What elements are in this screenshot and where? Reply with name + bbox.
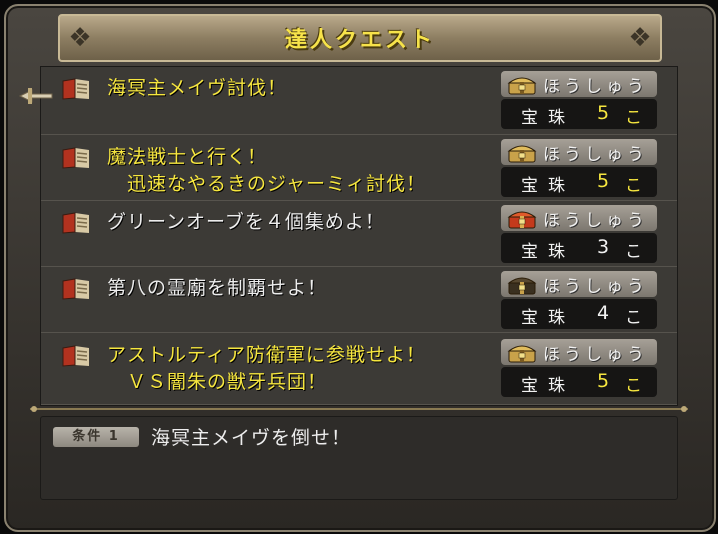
reward-item: 宝珠 4 こ xyxy=(501,299,657,329)
reward-item-name: 宝珠 xyxy=(521,308,575,328)
quest-row[interactable]: 魔法戦士と行く！ 迅速なやるきのジャーミィ討伐！ ほうしゅう宝珠 5 こ xyxy=(41,135,677,201)
reward-item-name: 宝珠 xyxy=(521,242,575,262)
reward-unit: こ xyxy=(625,108,642,128)
quest-row[interactable]: グリーンオーブを４個集めよ！ ほうしゅう宝珠 3 こ xyxy=(41,201,677,267)
reward-item-name: 宝珠 xyxy=(521,176,575,196)
reward-box: ほうしゅう宝珠 4 こ xyxy=(501,271,657,329)
reward-unit: こ xyxy=(625,308,642,328)
quest-row[interactable]: 海冥主メイヴ討伐！ ほうしゅう宝珠 5 こ xyxy=(41,67,677,135)
condition-text: 海冥主メイヴを倒せ！ xyxy=(151,427,352,449)
red-chest-icon xyxy=(507,207,537,229)
reward-label: ほうしゅう xyxy=(543,211,648,231)
quest-title: 魔法戦士と行く！ 迅速なやるきのジャーミィ討伐！ xyxy=(107,146,427,195)
reward-header: ほうしゅう xyxy=(501,339,657,365)
reward-label: ほうしゅう xyxy=(543,145,648,165)
reward-box: ほうしゅう宝珠 5 こ xyxy=(501,139,657,197)
quest-book-icon xyxy=(61,147,91,169)
reward-item-name: 宝珠 xyxy=(521,376,575,396)
window-title: 達人クエスト xyxy=(284,28,435,53)
reward-quantity: 3 xyxy=(597,236,610,258)
quest-book-icon xyxy=(61,78,91,100)
reward-label: ほうしゅう xyxy=(543,77,648,97)
gold-chest-icon xyxy=(507,141,537,163)
reward-header: ほうしゅう xyxy=(501,139,657,165)
reward-item: 宝珠 5 こ xyxy=(501,367,657,397)
reward-unit: こ xyxy=(625,376,642,396)
reward-item: 宝珠 5 こ xyxy=(501,99,657,129)
reward-label: ほうしゅう xyxy=(543,277,648,297)
selection-cursor-icon xyxy=(18,84,54,108)
reward-quantity: 4 xyxy=(597,302,610,324)
reward-item: 宝珠 5 こ xyxy=(501,167,657,197)
quest-title: 海冥主メイヴ討伐！ xyxy=(107,77,288,99)
reward-box: ほうしゅう宝珠 5 こ xyxy=(501,71,657,129)
quest-row[interactable]: 第八の霊廟を制覇せよ！ ほうしゅう宝珠 4 こ xyxy=(41,267,677,333)
reward-header: ほうしゅう xyxy=(501,71,657,97)
quest-book-icon xyxy=(61,212,91,234)
condition-badge: 条件 1 xyxy=(53,427,139,447)
quest-book-icon xyxy=(61,345,91,367)
quest-title: 第八の霊廟を制覇せよ！ xyxy=(107,277,328,299)
reward-box: ほうしゅう宝珠 3 こ xyxy=(501,205,657,263)
title-bar: ❖ 達人クエスト ❖ xyxy=(58,14,662,62)
quest-row[interactable]: アストルティア防衛軍に参戦せよ！ ＶＳ闇朱の獣牙兵団！ ほうしゅう宝珠 5 こ xyxy=(41,333,677,405)
reward-label: ほうしゅう xyxy=(543,345,648,365)
gold-chest-icon xyxy=(507,341,537,363)
right-ornament-icon: ❖ xyxy=(628,23,652,53)
reward-item: 宝珠 3 こ xyxy=(501,233,657,263)
quest-title: アストルティア防衛軍に参戦せよ！ ＶＳ闇朱の獣牙兵団！ xyxy=(107,344,426,393)
reward-quantity: 5 xyxy=(597,170,610,192)
reward-quantity: 5 xyxy=(597,102,610,124)
reward-unit: こ xyxy=(625,242,642,262)
gold-chest-icon xyxy=(507,73,537,95)
dark-chest-icon xyxy=(507,273,537,295)
quest-book-icon xyxy=(61,278,91,300)
condition-panel: 条件 1 海冥主メイヴを倒せ！ xyxy=(40,416,678,500)
reward-item-name: 宝珠 xyxy=(521,108,575,128)
reward-header: ほうしゅう xyxy=(501,271,657,297)
reward-box: ほうしゅう宝珠 5 こ xyxy=(501,339,657,397)
divider xyxy=(30,406,688,412)
reward-header: ほうしゅう xyxy=(501,205,657,231)
reward-unit: こ xyxy=(625,176,642,196)
quest-title: グリーンオーブを４個集めよ！ xyxy=(107,211,385,233)
quest-list: 海冥主メイヴ討伐！ ほうしゅう 宝珠 5 こ魔法戦士と行く！ 迅速なやるきのジャーミィ討… xyxy=(40,66,678,406)
reward-quantity: 5 xyxy=(597,370,610,392)
